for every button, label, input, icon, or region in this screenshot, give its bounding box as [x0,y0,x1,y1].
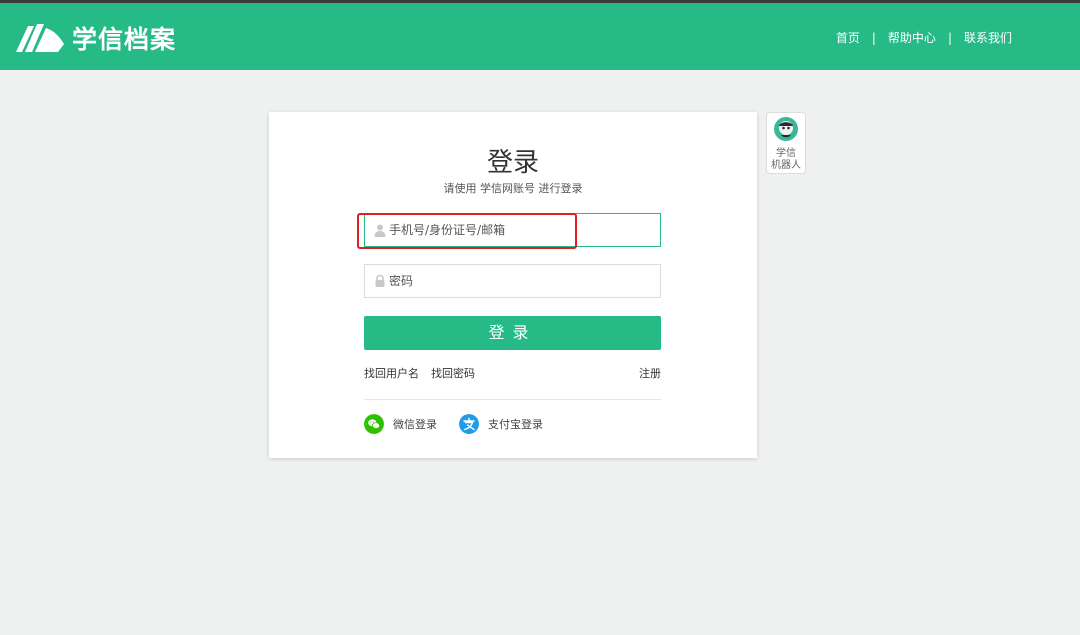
alipay-login[interactable]: 支付宝登录 [459,414,543,434]
book-pages-icon [16,24,64,52]
login-title: 登录 [486,148,539,178]
find-password-link[interactable]: 找回密码 [431,365,475,381]
divider [364,399,661,400]
username-input[interactable] [389,214,654,246]
logo-text: 学信档案 [72,25,177,54]
site-logo[interactable]: 学信档案 [14,20,176,56]
login-card: 登录 请使用 学信网账号 进行登录 登录 找回用户名 找回密码 注册 微信登录 [269,112,757,458]
alipay-login-label: 支付宝登录 [488,418,543,431]
find-username-link[interactable]: 找回用户名 [364,365,419,381]
nav-contact-us[interactable]: 联系我们 [964,29,1012,46]
nav-separator: | [947,30,952,45]
robot-label-line2: 机器人 [771,160,801,171]
login-subtitle: 请使用 学信网账号 进行登录 [443,182,583,195]
wechat-login-label: 微信登录 [393,418,437,431]
wechat-login[interactable]: 微信登录 [364,414,437,434]
user-icon [374,224,386,237]
robot-avatar-icon [774,117,798,141]
password-input[interactable] [389,265,654,297]
nav-help-center[interactable]: 帮助中心 [888,29,936,46]
wechat-icon [364,414,384,434]
register-link[interactable]: 注册 [639,365,661,381]
nav-home[interactable]: 首页 [836,29,860,46]
site-header: 学信档案 首页 | 帮助中心 | 联系我们 [0,3,1080,70]
login-button[interactable]: 登录 [364,316,661,350]
robot-assistant[interactable]: 学信 机器人 [766,112,806,174]
nav-separator: | [871,30,876,45]
username-field[interactable] [364,213,661,247]
robot-label-line1: 学信 [776,148,796,159]
lock-icon [375,274,385,287]
alipay-icon [459,414,479,434]
top-nav: 首页 | 帮助中心 | 联系我们 [836,29,1012,46]
password-field[interactable] [364,264,661,298]
